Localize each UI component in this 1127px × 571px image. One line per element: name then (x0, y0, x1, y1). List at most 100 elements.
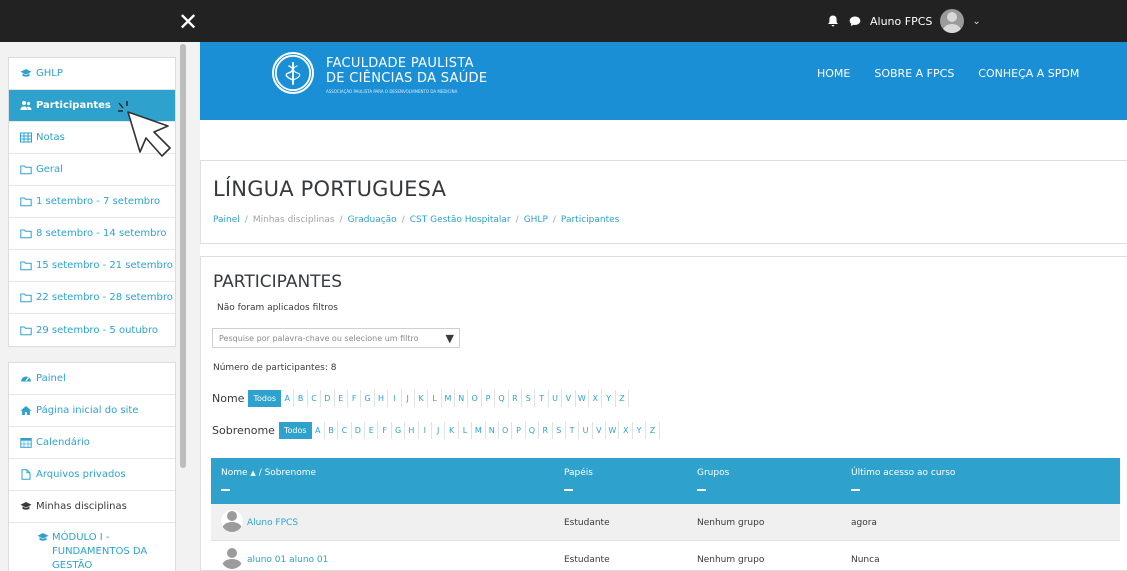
first-initial-letter[interactable]: F (348, 390, 362, 407)
dropdown-triangle-icon[interactable]: ▼ (446, 332, 454, 345)
column-header-name[interactable]: Nome ▲ / Sobrenome (221, 468, 316, 478)
column-header-roles[interactable]: Papéis (564, 468, 593, 478)
last-initial-letter[interactable]: M (472, 422, 486, 439)
last-initial-all[interactable]: Todos (278, 422, 312, 439)
sidebar-item-week-5[interactable]: 29 setembro - 5 outubro (9, 314, 175, 346)
sidebar-item-week-1[interactable]: 1 setembro - 7 setembro (9, 186, 175, 218)
participant-name[interactable]: aluno 01 aluno 01 (247, 555, 328, 565)
chevron-down-icon[interactable]: ⌄ (972, 16, 980, 27)
sidebar-item-painel[interactable]: Painel (9, 363, 175, 395)
sidebar-item-week-3[interactable]: 15 setembro - 21 setembro (9, 250, 175, 282)
breadcrumb-cst[interactable]: CST Gestão Hospitalar (410, 215, 511, 225)
sidebar-item-week-4[interactable]: 22 setembro - 28 setembro (9, 282, 175, 314)
first-initial-letter[interactable]: A (281, 390, 295, 407)
last-initial-letter[interactable]: G (392, 422, 406, 439)
name-column-label[interactable]: Nome (221, 468, 248, 478)
first-initial-letter[interactable]: M (442, 390, 456, 407)
close-drawer-icon[interactable]: ✕ (175, 9, 201, 35)
collapse-column-icon[interactable] (221, 489, 230, 491)
last-initial-letter[interactable]: Q (526, 422, 540, 439)
last-initial-letter[interactable]: O (499, 422, 513, 439)
last-initial-letter[interactable]: P (512, 422, 526, 439)
first-initial-letter[interactable]: G (361, 390, 375, 407)
last-initial-letter[interactable]: N (486, 422, 499, 439)
first-initial-letter[interactable]: R (509, 390, 523, 407)
user-name[interactable]: Aluno FPCS (870, 15, 932, 28)
avatar[interactable] (221, 510, 243, 532)
first-initial-letter[interactable]: I (388, 390, 402, 407)
sort-ascending-icon[interactable]: ▲ (250, 469, 255, 477)
first-initial-letter[interactable]: E (335, 390, 348, 407)
last-initial-letter[interactable]: S (553, 422, 566, 439)
last-initial-letter[interactable]: W (606, 422, 620, 439)
first-initial-letter[interactable]: O (468, 390, 482, 407)
participant-name[interactable]: Aluno FPCS (247, 518, 298, 528)
first-initial-letter[interactable]: T (535, 390, 549, 407)
sidebar-item-modulo-1[interactable]: MÓDULO I - FUNDAMENTOS DA GESTÃO (9, 523, 175, 571)
last-initial-letter[interactable]: F (378, 422, 392, 439)
breadcrumb-painel[interactable]: Painel (213, 215, 240, 225)
last-initial-letter[interactable]: Y (633, 422, 647, 439)
avatar[interactable] (221, 547, 243, 569)
first-initial-letter[interactable]: X (589, 390, 603, 407)
chat-icon[interactable] (848, 14, 862, 28)
first-initial-letter[interactable]: Q (495, 390, 509, 407)
first-initial-letter[interactable]: W (576, 390, 589, 407)
first-initial-letter[interactable]: J (402, 390, 415, 407)
collapse-column-icon[interactable] (697, 489, 706, 491)
last-initial-letter[interactable]: A (312, 422, 325, 439)
first-initial-letter[interactable]: C (308, 390, 322, 407)
last-initial-letter[interactable]: C (338, 422, 352, 439)
last-initial-letter[interactable]: T (566, 422, 580, 439)
last-initial-letter[interactable]: Z (646, 422, 660, 439)
first-initial-letter[interactable]: V (562, 390, 576, 407)
nav-conheca-spdm[interactable]: CONHEÇA A SPDM (978, 67, 1079, 80)
column-header-groups[interactable]: Grupos (697, 468, 729, 478)
first-initial-letter[interactable]: S (522, 390, 536, 407)
breadcrumb-participantes[interactable]: Participantes (561, 215, 619, 225)
first-initial-letter[interactable]: H (375, 390, 389, 407)
collapse-column-icon[interactable] (564, 489, 573, 491)
first-initial-letter[interactable]: B (294, 390, 308, 407)
first-initial-letter[interactable]: Z (616, 390, 630, 407)
last-initial-letter[interactable]: V (593, 422, 607, 439)
last-initial-letter[interactable]: U (579, 422, 593, 439)
avatar[interactable] (940, 9, 965, 33)
nav-sobre-fpcs[interactable]: SOBRE A FPCS (874, 67, 954, 80)
first-initial-letter[interactable]: K (415, 390, 429, 407)
drawer-scrollbar[interactable] (180, 44, 186, 468)
last-initial-letter[interactable]: L (459, 422, 473, 439)
last-initial-letter[interactable]: E (365, 422, 379, 439)
sidebar-item-arquivos[interactable]: Arquivos privados (9, 459, 175, 491)
breadcrumb-graduacao[interactable]: Graduação (348, 215, 397, 225)
last-initial-letter[interactable]: B (325, 422, 339, 439)
sidebar-item-calendario[interactable]: Calendário (9, 427, 175, 459)
nav-home[interactable]: HOME (817, 67, 850, 80)
sidebar-item-label: Notas (36, 132, 65, 143)
sidebar-item-site-home[interactable]: Página inicial do site (9, 395, 175, 427)
last-initial-letter[interactable]: H (405, 422, 419, 439)
sidebar-item-minhas-disciplinas[interactable]: Minhas disciplinas (9, 491, 175, 523)
first-initial-letter[interactable]: Y (602, 390, 616, 407)
first-initial-letter[interactable]: D (321, 390, 335, 407)
sidebar-item-week-2[interactable]: 8 setembro - 14 setembro (9, 218, 175, 250)
spdm-logo-icon[interactable] (272, 52, 314, 94)
bell-icon[interactable] (826, 14, 840, 28)
last-initial-letter[interactable]: R (539, 422, 553, 439)
filter-search-select[interactable]: Pesquise por palavra-chave ou selecione … (212, 328, 460, 348)
first-initial-letter[interactable]: L (428, 390, 442, 407)
last-initial-letter[interactable]: J (432, 422, 446, 439)
first-initial-letter[interactable]: U (549, 390, 563, 407)
last-initial-letter[interactable]: X (619, 422, 633, 439)
last-initial-letter[interactable]: I (419, 422, 433, 439)
column-header-last-access[interactable]: Último acesso ao curso (851, 468, 955, 478)
first-initial-all[interactable]: Todos (248, 390, 282, 407)
sidebar-item-ghlp[interactable]: GHLP (9, 58, 175, 90)
surname-column-label[interactable]: / Sobrenome (259, 468, 316, 478)
last-initial-letter[interactable]: K (445, 422, 459, 439)
first-initial-letter[interactable]: P (482, 390, 496, 407)
last-initial-letter[interactable]: D (352, 422, 366, 439)
breadcrumb-ghlp[interactable]: GHLP (524, 215, 548, 225)
first-initial-letter[interactable]: N (455, 390, 469, 407)
collapse-column-icon[interactable] (851, 489, 860, 491)
